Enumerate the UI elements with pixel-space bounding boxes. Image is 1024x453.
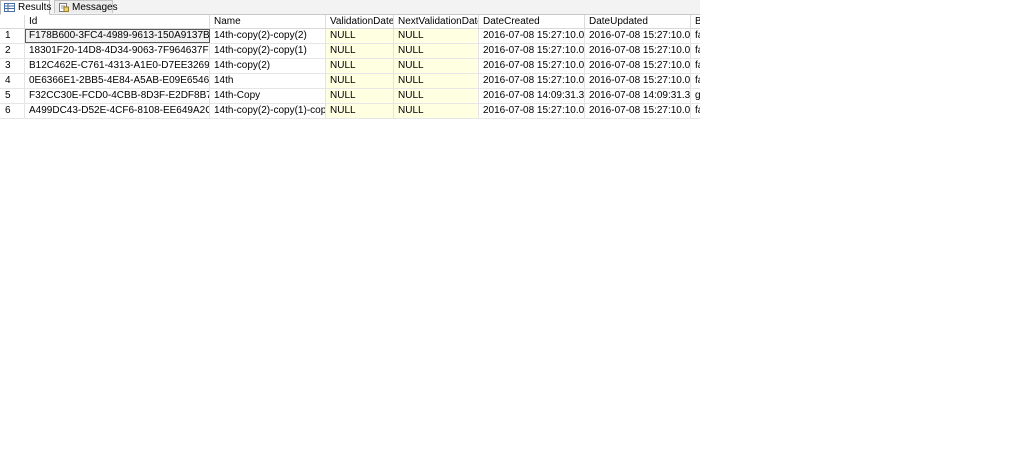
cell-b[interactable]: fa: [691, 44, 700, 58]
row-number[interactable]: 2: [0, 44, 25, 58]
cell-b[interactable]: fa: [691, 104, 700, 118]
cell-dateupdated[interactable]: 2016-07-08 15:27:10.040: [585, 104, 691, 118]
tab-results[interactable]: Results: [0, 0, 52, 15]
cell-nextvalidationdate[interactable]: NULL: [394, 74, 479, 88]
cell-name[interactable]: 14th: [210, 74, 326, 88]
cell-b[interactable]: fa: [691, 74, 700, 88]
cell-name[interactable]: 14th-Copy: [210, 89, 326, 103]
cell-validationdate[interactable]: NULL: [326, 104, 394, 118]
cell-name[interactable]: 14th-copy(2): [210, 59, 326, 73]
cell-validationdate[interactable]: NULL: [326, 89, 394, 103]
cell-validationdate[interactable]: NULL: [326, 59, 394, 73]
header-rownum: [0, 15, 25, 28]
row-number[interactable]: 1: [0, 29, 25, 43]
header-b[interactable]: B: [691, 15, 700, 28]
grid-icon: [4, 3, 15, 12]
header-dateupdated[interactable]: DateUpdated: [585, 15, 691, 28]
cell-datecreated[interactable]: 2016-07-08 15:27:10.040: [479, 74, 585, 88]
cell-datecreated[interactable]: 2016-07-08 15:27:10.040: [479, 59, 585, 73]
row-number[interactable]: 5: [0, 89, 25, 103]
cell-dateupdated[interactable]: 2016-07-08 15:27:10.040: [585, 59, 691, 73]
table-row[interactable]: 3 B12C462E-C761-4313-A1E0-D7EE3269E8FA 1…: [0, 59, 700, 74]
results-tabstrip: Results Messages: [0, 0, 700, 15]
document-icon: [59, 3, 69, 12]
header-validationdate[interactable]: ValidationDate: [326, 15, 394, 28]
cell-id[interactable]: 0E6366E1-2BB5-4E84-A5AB-E09E6546E7E9: [25, 74, 210, 88]
cell-b[interactable]: g: [691, 89, 700, 103]
table-row[interactable]: 6 A499DC43-D52E-4CF6-8108-EE649A2CD75A 1…: [0, 104, 700, 119]
header-name[interactable]: Name: [210, 15, 326, 28]
table-row[interactable]: 4 0E6366E1-2BB5-4E84-A5AB-E09E6546E7E9 1…: [0, 74, 700, 89]
tab-results-label: Results: [18, 2, 52, 13]
cell-id[interactable]: B12C462E-C761-4313-A1E0-D7EE3269E8FA: [25, 59, 210, 73]
row-number[interactable]: 3: [0, 59, 25, 73]
cell-name[interactable]: 14th-copy(2)-copy(1)-copy(1): [210, 104, 326, 118]
cell-id[interactable]: 18301F20-14D8-4D34-9063-7F964637F2C2: [25, 44, 210, 58]
cell-validationdate[interactable]: NULL: [326, 74, 394, 88]
cell-dateupdated[interactable]: 2016-07-08 14:09:31.333: [585, 89, 691, 103]
cell-nextvalidationdate[interactable]: NULL: [394, 59, 479, 73]
cell-validationdate[interactable]: NULL: [326, 29, 394, 43]
table-row[interactable]: 5 F32CC30E-FCD0-4CBB-8D3F-E2DF8B71C087 1…: [0, 89, 700, 104]
cell-datecreated[interactable]: 2016-07-08 15:27:10.040: [479, 44, 585, 58]
cell-dateupdated[interactable]: 2016-07-08 15:27:10.040: [585, 44, 691, 58]
row-number[interactable]: 6: [0, 104, 25, 118]
cell-datecreated[interactable]: 2016-07-08 15:27:10.040: [479, 29, 585, 43]
cell-name[interactable]: 14th-copy(2)-copy(2): [210, 29, 326, 43]
cell-datecreated[interactable]: 2016-07-08 14:09:31.333: [479, 89, 585, 103]
tab-messages[interactable]: Messages: [54, 0, 118, 13]
header-datecreated[interactable]: DateCreated: [479, 15, 585, 28]
header-nextvalidationdate[interactable]: NextValidationDate: [394, 15, 479, 28]
cell-id[interactable]: A499DC43-D52E-4CF6-8108-EE649A2CD75A: [25, 104, 210, 118]
grid-header-row: Id Name ValidationDate NextValidationDat…: [0, 15, 700, 29]
cell-nextvalidationdate[interactable]: NULL: [394, 29, 479, 43]
cell-b[interactable]: fa: [691, 29, 700, 43]
cell-id[interactable]: F32CC30E-FCD0-4CBB-8D3F-E2DF8B71C087: [25, 89, 210, 103]
cell-name[interactable]: 14th-copy(2)-copy(1): [210, 44, 326, 58]
cell-b[interactable]: fa: [691, 59, 700, 73]
cell-datecreated[interactable]: 2016-07-08 15:27:10.040: [479, 104, 585, 118]
cell-dateupdated[interactable]: 2016-07-08 15:27:10.040: [585, 29, 691, 43]
cell-nextvalidationdate[interactable]: NULL: [394, 104, 479, 118]
results-pane: Results Messages Id Name ValidationDate …: [0, 0, 700, 453]
header-id[interactable]: Id: [25, 15, 210, 28]
cell-nextvalidationdate[interactable]: NULL: [394, 44, 479, 58]
cell-id[interactable]: F178B600-3FC4-4989-9613-150A9137B76C: [25, 29, 210, 43]
cell-validationdate[interactable]: NULL: [326, 44, 394, 58]
results-grid: Id Name ValidationDate NextValidationDat…: [0, 15, 700, 119]
tab-messages-label: Messages: [72, 2, 118, 13]
table-row[interactable]: 1 F178B600-3FC4-4989-9613-150A9137B76C 1…: [0, 29, 700, 44]
table-row[interactable]: 2 18301F20-14D8-4D34-9063-7F964637F2C2 1…: [0, 44, 700, 59]
row-number[interactable]: 4: [0, 74, 25, 88]
cell-nextvalidationdate[interactable]: NULL: [394, 89, 479, 103]
cell-dateupdated[interactable]: 2016-07-08 15:27:10.040: [585, 74, 691, 88]
